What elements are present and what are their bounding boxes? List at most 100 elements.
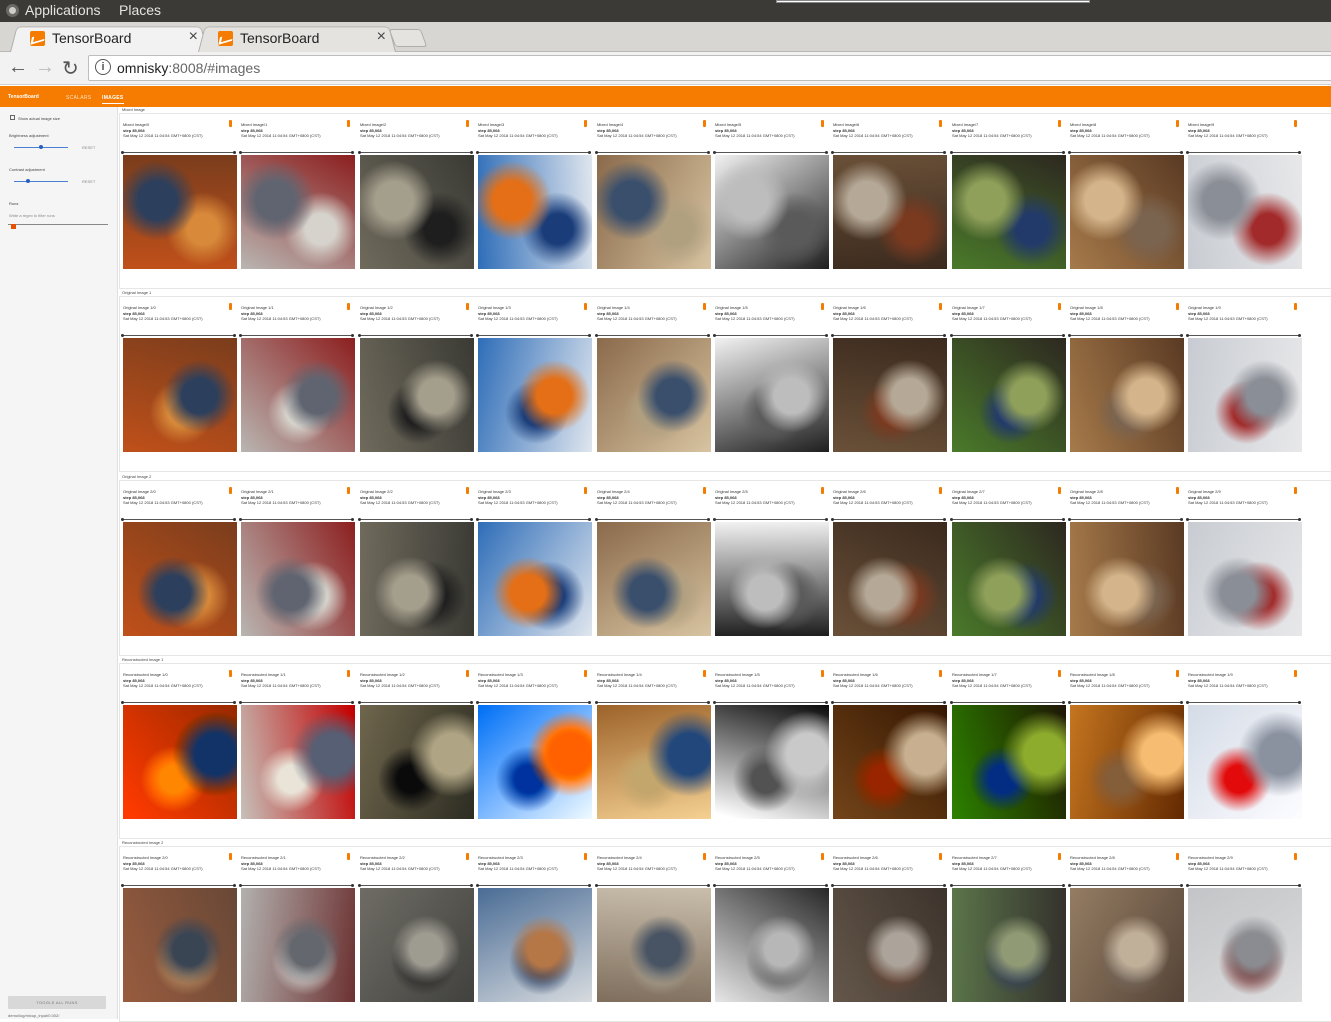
contrast-reset-button[interactable]: RESET <box>82 179 95 184</box>
step-slider[interactable] <box>476 334 591 337</box>
expand-image-icon[interactable] <box>1176 853 1179 860</box>
expand-image-icon[interactable] <box>703 670 706 677</box>
expand-image-icon[interactable] <box>466 487 469 494</box>
step-slider[interactable] <box>1068 151 1183 154</box>
expand-image-icon[interactable] <box>939 487 942 494</box>
step-slider[interactable] <box>1186 334 1301 337</box>
back-arrow-icon[interactable]: ← <box>8 56 28 79</box>
expand-image-icon[interactable] <box>584 487 587 494</box>
expand-image-icon[interactable] <box>1294 853 1297 860</box>
expand-image-icon[interactable] <box>1176 303 1179 310</box>
image-thumbnail[interactable] <box>715 888 829 1002</box>
image-thumbnail[interactable] <box>1070 522 1184 636</box>
image-thumbnail[interactable] <box>597 155 711 269</box>
expand-image-icon[interactable] <box>347 853 350 860</box>
step-slider[interactable] <box>713 518 828 521</box>
image-thumbnail[interactable] <box>360 338 474 452</box>
step-slider[interactable] <box>595 334 710 337</box>
close-tab-icon[interactable]: × <box>189 28 198 46</box>
step-slider[interactable] <box>476 151 591 154</box>
tab-images[interactable]: IMAGES <box>102 95 124 104</box>
address-bar[interactable]: i omnisky:8008/#images <box>88 55 1331 81</box>
expand-image-icon[interactable] <box>1176 670 1179 677</box>
step-slider[interactable] <box>476 884 591 887</box>
section-title[interactable]: Mixed Image <box>122 107 145 112</box>
image-thumbnail[interactable] <box>478 888 592 1002</box>
image-thumbnail[interactable] <box>715 522 829 636</box>
image-thumbnail[interactable] <box>597 888 711 1002</box>
expand-image-icon[interactable] <box>703 853 706 860</box>
applications-menu[interactable]: Applications <box>25 2 101 18</box>
step-slider[interactable] <box>595 701 710 704</box>
image-thumbnail[interactable] <box>833 338 947 452</box>
image-thumbnail[interactable] <box>123 888 237 1002</box>
image-thumbnail[interactable] <box>833 522 947 636</box>
step-slider[interactable] <box>950 151 1065 154</box>
step-slider[interactable] <box>1186 701 1301 704</box>
expand-image-icon[interactable] <box>939 670 942 677</box>
step-slider[interactable] <box>476 701 591 704</box>
image-thumbnail[interactable] <box>715 705 829 819</box>
expand-image-icon[interactable] <box>703 120 706 127</box>
image-thumbnail[interactable] <box>1188 705 1302 819</box>
expand-image-icon[interactable] <box>821 670 824 677</box>
image-thumbnail[interactable] <box>1070 155 1184 269</box>
image-thumbnail[interactable] <box>241 155 355 269</box>
image-thumbnail[interactable] <box>715 155 829 269</box>
step-slider[interactable] <box>239 334 354 337</box>
expand-image-icon[interactable] <box>939 853 942 860</box>
new-tab-button[interactable] <box>388 29 428 47</box>
step-slider[interactable] <box>950 334 1065 337</box>
step-slider[interactable] <box>831 518 946 521</box>
image-thumbnail[interactable] <box>478 705 592 819</box>
step-slider[interactable] <box>1068 701 1183 704</box>
step-slider[interactable] <box>831 884 946 887</box>
step-slider[interactable] <box>713 701 828 704</box>
expand-image-icon[interactable] <box>939 120 942 127</box>
expand-image-icon[interactable] <box>466 120 469 127</box>
step-slider[interactable] <box>1068 334 1183 337</box>
expand-image-icon[interactable] <box>466 670 469 677</box>
image-thumbnail[interactable] <box>1070 705 1184 819</box>
expand-image-icon[interactable] <box>821 487 824 494</box>
image-thumbnail[interactable] <box>833 705 947 819</box>
step-slider[interactable] <box>239 884 354 887</box>
step-slider[interactable] <box>831 151 946 154</box>
step-slider[interactable] <box>121 151 236 154</box>
expand-image-icon[interactable] <box>703 487 706 494</box>
expand-image-icon[interactable] <box>466 853 469 860</box>
expand-image-icon[interactable] <box>347 487 350 494</box>
expand-image-icon[interactable] <box>1058 670 1061 677</box>
brightness-slider-knob[interactable] <box>39 145 43 149</box>
image-thumbnail[interactable] <box>952 338 1066 452</box>
image-thumbnail[interactable] <box>241 705 355 819</box>
expand-image-icon[interactable] <box>229 487 232 494</box>
image-thumbnail[interactable] <box>1070 888 1184 1002</box>
step-slider[interactable] <box>713 884 828 887</box>
expand-image-icon[interactable] <box>703 303 706 310</box>
expand-image-icon[interactable] <box>1058 303 1061 310</box>
close-tab-icon[interactable]: × <box>377 28 386 46</box>
step-slider[interactable] <box>713 151 828 154</box>
image-thumbnail[interactable] <box>952 155 1066 269</box>
step-slider[interactable] <box>950 701 1065 704</box>
step-slider[interactable] <box>1068 884 1183 887</box>
run-checkbox[interactable] <box>11 224 16 229</box>
image-thumbnail[interactable] <box>952 705 1066 819</box>
step-slider[interactable] <box>595 518 710 521</box>
contrast-slider-knob[interactable] <box>25 179 30 183</box>
image-thumbnail[interactable] <box>123 338 237 452</box>
ubuntu-logo-icon[interactable] <box>6 4 19 17</box>
image-thumbnail[interactable] <box>478 522 592 636</box>
step-slider[interactable] <box>239 518 354 521</box>
expand-image-icon[interactable] <box>1294 487 1297 494</box>
expand-image-icon[interactable] <box>1294 303 1297 310</box>
step-slider[interactable] <box>1186 884 1301 887</box>
expand-image-icon[interactable] <box>584 303 587 310</box>
section-title[interactable]: Original Image 1 <box>122 290 151 295</box>
step-slider[interactable] <box>950 884 1065 887</box>
tab-scalars[interactable]: SCALARS <box>66 95 91 101</box>
expand-image-icon[interactable] <box>821 853 824 860</box>
section-title[interactable]: Reconstructed Image 1 <box>122 657 163 662</box>
image-thumbnail[interactable] <box>123 155 237 269</box>
